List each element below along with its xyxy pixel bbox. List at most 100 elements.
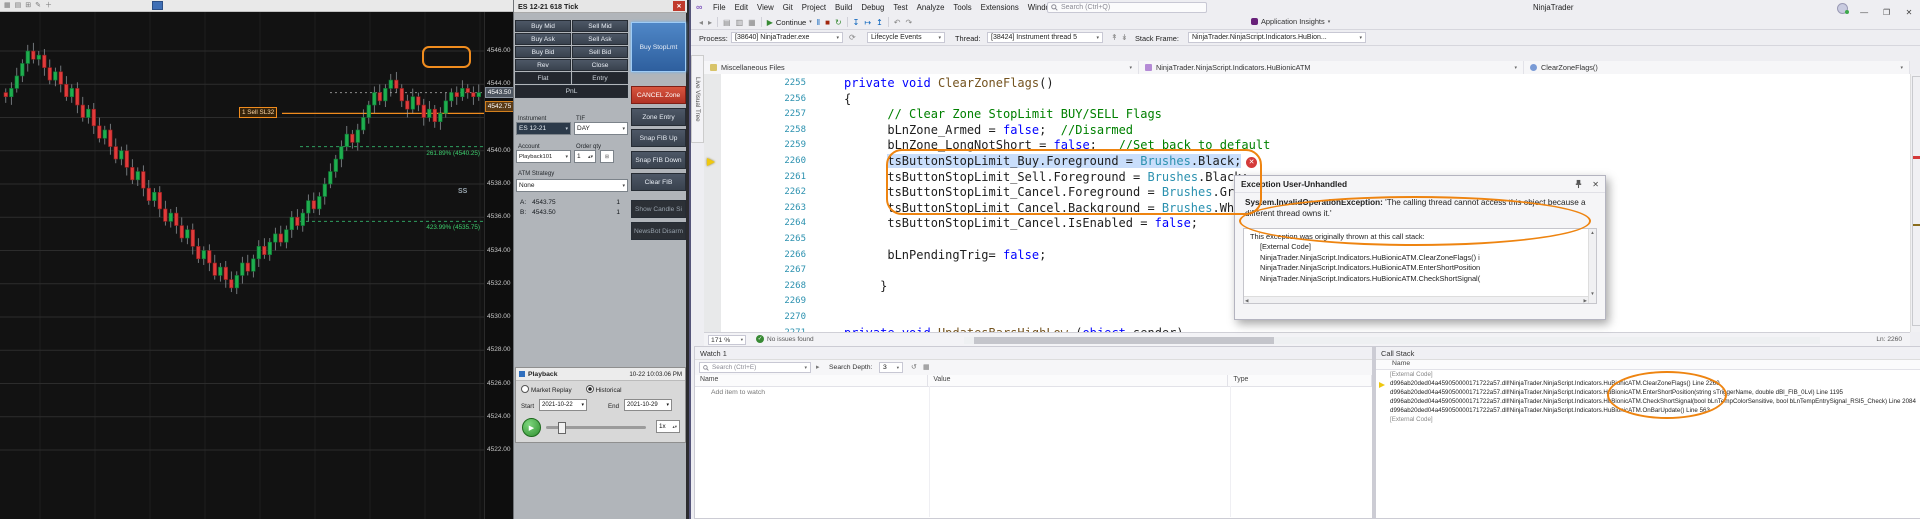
redo-icon[interactable]: ↷ [905, 18, 912, 27]
watch-search-box[interactable]: Search (Ctrl+E) ▾ [699, 362, 811, 373]
callstack-row[interactable]: [External Code] [1376, 416, 1920, 425]
scroll-right-icon[interactable]: ▶ [1584, 298, 1587, 303]
menu-build[interactable]: Build [835, 3, 852, 12]
dom-button-show-candle-si[interactable]: Show Candle Si [631, 200, 686, 218]
qty-stepper[interactable]: 1 ▴▾ [574, 150, 596, 163]
historical-radio[interactable]: Historical [585, 385, 622, 394]
menu-extensions[interactable]: Extensions [981, 3, 1019, 12]
callstack-row[interactable]: d996ab20ded04a459050000171722a57.dll!Nin… [1376, 389, 1920, 398]
live-visual-tree-tab[interactable]: Live Visual Tree [691, 55, 704, 143]
end-date-picker[interactable]: 2021-10-29 ▾ [624, 399, 672, 411]
dom-button-close[interactable]: Close [572, 59, 628, 71]
stack-frame-select[interactable]: NinjaTrader.NinjaScript.Indicators.HuBio… [1188, 32, 1366, 43]
exception-error-icon[interactable]: ✕ [1245, 156, 1258, 169]
dom-button-sell-ask[interactable]: Sell Ask [572, 33, 628, 45]
chart-active-tool-icon[interactable] [152, 1, 163, 10]
scroll-left-icon[interactable]: ◀ [1245, 298, 1248, 303]
code-line-2259[interactable]: 2259 bLnZone_LongNotShort = false; //Set… [704, 138, 1910, 154]
code-line-2257[interactable]: 2257 // Clear Zone StopLimit BUY/SELL Fl… [704, 107, 1910, 123]
chart-menu-icon[interactable]: ▦ [4, 1, 11, 11]
horizontal-scrollbar[interactable] [964, 337, 1820, 344]
member-dropdown[interactable]: ClearZoneFlags() ▾ [1524, 61, 1910, 74]
price-axis[interactable]: 4543.50 4542.75 4546.00 4544.00 4540.00 453… [484, 12, 514, 519]
callstack-row[interactable]: d996ab20ded04a459050000171722a57.dll!Nin… [1376, 380, 1920, 389]
search-depth-select[interactable]: 3 ▾ [879, 362, 903, 373]
atm-strategy-select[interactable]: None ▾ [516, 179, 628, 192]
popup-horizontal-scrollbar[interactable]: ◀ ▶ [1244, 296, 1588, 303]
close-icon[interactable]: ✕ [673, 1, 685, 11]
next-frame-icon[interactable]: ↡ [1121, 33, 1128, 42]
price-chart[interactable]: 1 Sell SL32 SS 261.89% (4540.25) 423.99% … [0, 12, 484, 519]
step-out-icon[interactable]: ↥ [876, 18, 883, 27]
column-divider[interactable] [929, 386, 930, 517]
dom-button-buy-ask[interactable]: Buy Ask [515, 33, 571, 45]
scrollbar-thumb[interactable] [974, 337, 1274, 344]
menu-project[interactable]: Project [802, 3, 826, 12]
playback-slider[interactable] [546, 422, 646, 434]
document-health-indicator[interactable]: ✓ No issues found [756, 335, 814, 343]
save-icon[interactable]: ▦ [748, 18, 756, 27]
pin-icon[interactable] [1574, 179, 1583, 189]
menu-git[interactable]: Git [783, 3, 793, 12]
column-divider[interactable] [1230, 386, 1231, 517]
watch-column-type[interactable]: Type [1228, 375, 1372, 386]
watch-column-name[interactable]: Name [695, 375, 929, 386]
snapshot-icon[interactable]: ⟳ [849, 33, 856, 42]
tif-select[interactable]: DAY ▾ [574, 122, 628, 135]
new-file-icon[interactable]: ▤ [723, 18, 731, 27]
restart-icon[interactable]: ↻ [835, 18, 842, 27]
continue-button[interactable]: ▶ Continue ▾ [767, 18, 812, 27]
watch-column-value[interactable]: Value [928, 375, 1229, 386]
chart-add-icon[interactable]: ⊞ [25, 1, 31, 11]
code-line-2256[interactable]: 2256{ [704, 92, 1910, 108]
exception-callstack-box[interactable]: This exception was originally thrown at … [1243, 228, 1597, 304]
menu-analyze[interactable]: Analyze [917, 3, 945, 12]
code-line-2258[interactable]: 2258 bLnZone_Armed = false; //Disarmed [704, 123, 1910, 139]
code-line-2260[interactable]: 2260 tsButtonStopLimit_Buy.Foreground = … [704, 154, 1910, 170]
thread-select[interactable]: [38424] Instrument thread 5 ▾ [987, 32, 1103, 43]
menu-test[interactable]: Test [893, 3, 907, 12]
dom-button-entry[interactable]: Entry [572, 72, 628, 84]
market-replay-radio[interactable]: Market Replay [521, 385, 572, 394]
dom-button-buy-stoplmt[interactable]: Buy StopLmt [631, 22, 686, 72]
scroll-up-icon[interactable]: ▲ [1589, 230, 1596, 235]
stop-debug-icon[interactable]: ■ [825, 18, 830, 27]
menu-view[interactable]: View [757, 3, 774, 12]
start-date-picker[interactable]: 2021-10-22 ▾ [539, 399, 587, 411]
step-into-icon[interactable]: ↧ [853, 18, 860, 27]
dom-button-flat[interactable]: Flat [515, 72, 571, 84]
watch-panel-header[interactable]: Watch 1 [695, 347, 1372, 360]
code-line-2255[interactable]: 2255 private void ClearZoneFlags() [704, 76, 1910, 92]
break-all-icon[interactable]: ‖ [817, 18, 820, 27]
dom-button-newsbot-disarm[interactable]: NewsBot Disarm [631, 222, 686, 240]
step-over-icon[interactable]: ↦ [864, 18, 871, 27]
open-file-icon[interactable]: ▥ [736, 18, 744, 27]
search-options-icon[interactable]: ▸ [816, 363, 820, 371]
prev-frame-icon[interactable]: ↟ [1111, 33, 1118, 42]
account-avatar[interactable] [1837, 3, 1849, 14]
menu-debug[interactable]: Debug [861, 3, 884, 12]
close-icon[interactable]: ✕ [1587, 180, 1599, 189]
dom-button-buy-mid[interactable]: Buy Mid [515, 20, 571, 32]
menu-tools[interactable]: Tools [953, 3, 971, 12]
scrollbar-thumb[interactable] [1912, 76, 1920, 326]
speed-stepper[interactable]: 1x ▴▾ [656, 420, 680, 433]
dom-button-buy-bid[interactable]: Buy Bid [515, 46, 571, 58]
account-select[interactable]: Playback101 ▾ [516, 150, 571, 163]
qty-options-button[interactable]: ⊞ [600, 150, 614, 163]
process-select[interactable]: [38640] NinjaTrader.exe ▾ [731, 32, 843, 43]
chart-grid-icon[interactable]: ▤ [15, 1, 22, 11]
lifecycle-events-button[interactable]: Lifecycle Events ▾ [867, 32, 945, 43]
dom-button-cancel-zone[interactable]: CANCEL Zone [631, 86, 686, 104]
project-dropdown[interactable]: Miscellaneous Files ▾ [704, 61, 1139, 74]
dom-button-rev[interactable]: Rev [515, 59, 571, 71]
chart-draw-icon[interactable]: ✎ [35, 1, 41, 11]
zoom-select[interactable]: 171 % ▾ [708, 335, 746, 345]
dom-button-clear-fib[interactable]: Clear FIB [631, 173, 686, 191]
play-button[interactable]: ▶ [522, 418, 541, 437]
dom-button-snap-fib-down[interactable]: Snap FIB Down [631, 151, 686, 169]
type-dropdown[interactable]: NinjaTrader.NinjaScript.Indicators.HuBio… [1139, 61, 1524, 74]
callstack-row[interactable]: d996ab20ded04a459050000171722a57.dll!Nin… [1376, 398, 1920, 407]
menu-edit[interactable]: Edit [735, 3, 748, 12]
chart-crosshair-icon[interactable]: ＋ [45, 1, 52, 11]
